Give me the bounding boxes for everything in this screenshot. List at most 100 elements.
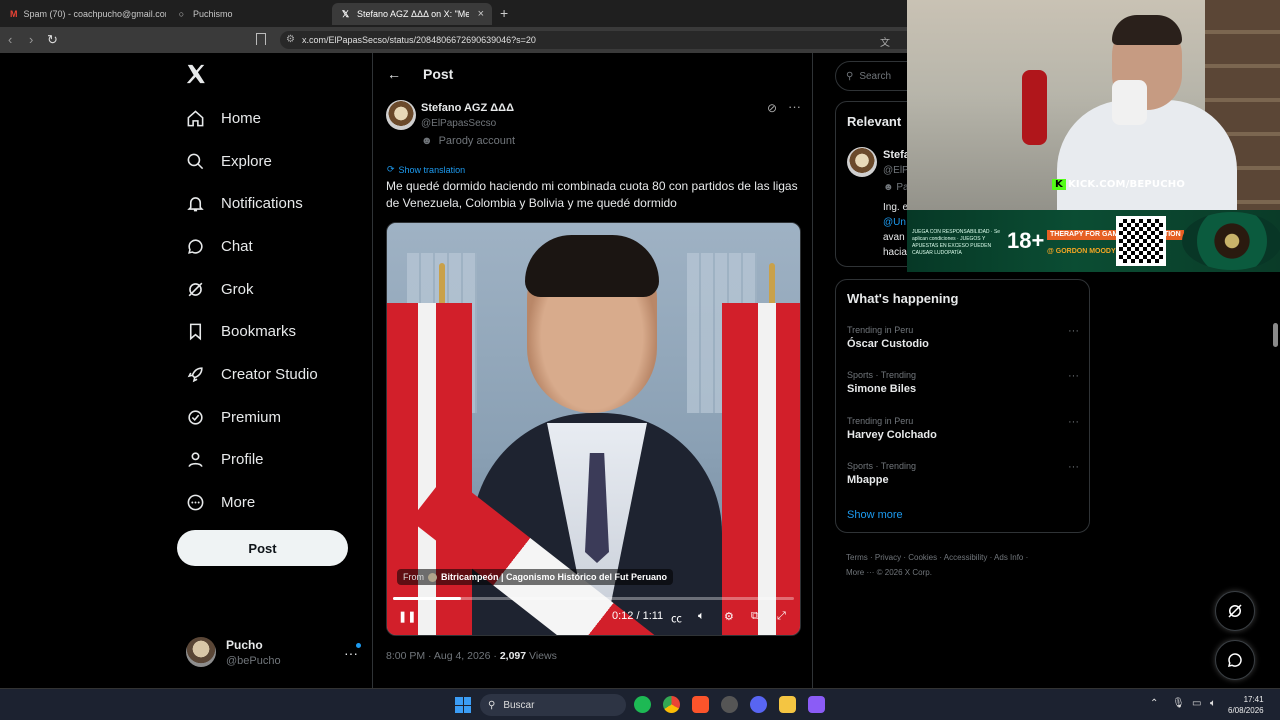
show-more-link[interactable]: Show more [847,509,903,521]
reload-icon[interactable]: ↻ [47,32,58,48]
x-logo-icon[interactable] [185,63,207,85]
volume-icon[interactable]: 🔈︎ [1210,698,1216,709]
post-header: ← Post [387,66,453,82]
url-field[interactable]: ⚙ x.com/ElPapasSecso/status/208480667269… [280,31,920,49]
chrome-icon[interactable] [663,696,680,713]
trend-item[interactable]: Sports · Trending Simone Biles ··· [847,370,1079,395]
sidebar-item-creator-studio[interactable]: Creator Studio [186,356,318,392]
sidebar-item-bookmarks[interactable]: Bookmarks [186,313,296,349]
forward-arrow-icon[interactable]: › [29,32,33,47]
microphone [1022,70,1047,145]
tab-puchismo[interactable]: ○ Puchismo [168,3,330,25]
grok-fab[interactable] [1215,591,1255,631]
more-icon[interactable]: ··· [1068,370,1079,382]
captions-icon[interactable]: ㏄ [671,610,682,626]
sidebar-item-chat[interactable]: Chat [186,228,253,264]
sidebar-item-more[interactable]: More [186,484,255,520]
x-icon: 𝕏 [341,8,350,19]
author-name[interactable]: Stefano AGZ ΔΔΔ [421,102,514,114]
relevant-parody: ☻ Pa [883,182,909,193]
back-arrow-icon[interactable]: ‹ [8,32,12,47]
bookmark-page-icon[interactable] [256,33,266,45]
avatar[interactable] [847,147,877,177]
more-icon[interactable]: ··· [788,99,801,114]
sidebar-item-explore[interactable]: Explore [186,143,272,179]
chat-fab[interactable] [1215,640,1255,680]
brave-icon[interactable] [692,696,709,713]
bio-line: hacia [883,247,907,258]
rocket-icon [187,366,203,382]
person-icon [188,451,203,467]
unread-dot [356,643,361,648]
bio-line[interactable]: @Un [883,215,908,230]
flag-left [387,303,472,635]
file-explorer-icon[interactable] [779,696,796,713]
trend-item[interactable]: Trending in Peru Harvey Colchado ··· [847,416,1079,441]
show-translation-link[interactable]: ⟳ Show translation [387,164,465,175]
video-progress-bar[interactable] [393,597,794,600]
source-name: Bitricampeón | Cagonismo Histórico del F… [441,572,668,582]
sidebar-item-notifications[interactable]: Notifications [186,185,303,221]
settings-app-icon[interactable] [721,696,738,713]
new-tab-button[interactable]: + [500,5,508,21]
microphone-icon[interactable]: 🎙︎ [1172,698,1185,709]
parody-text: Parody account [438,135,516,147]
account-handle: @bePucho [226,654,281,667]
back-arrow-icon[interactable]: ← [387,66,401,82]
verified-icon [188,409,203,425]
trend-item[interactable]: Trending in Peru Óscar Custodio ··· [847,325,1079,350]
chevron-up-icon[interactable]: ⌃ [1150,698,1158,709]
network-icon[interactable]: ▭ [1192,698,1201,709]
system-clock[interactable]: 17:41 6/08/2026 [1228,694,1264,716]
more-icon[interactable]: ··· [1068,461,1079,473]
discord-icon[interactable] [750,696,767,713]
windows-start-icon[interactable] [455,697,471,713]
sidebar-item-grok[interactable]: Grok [186,271,254,307]
age-badge: 18+ [1007,228,1045,253]
post-timestamp[interactable]: 8:00 PM · Aug 4, 2026 · [386,650,500,662]
fullscreen-icon[interactable]: ⤢ [777,610,786,623]
scrollbar-thumb[interactable] [1273,323,1278,347]
tab-x-post[interactable]: 𝕏 Stefano AGZ ΔΔΔ on X: "Me q × [332,3,492,25]
calculator-icon[interactable] [808,696,825,713]
sidebar-item-premium[interactable]: Premium [186,399,281,435]
spotify-icon[interactable] [634,696,651,713]
author-handle[interactable]: @ElPapasSecso [421,118,496,129]
post-meta: 8:00 PM · Aug 4, 2026 · 2,097 Views [386,650,557,662]
trend-item[interactable]: Sports · Trending Mbappe ··· [847,461,1079,486]
footer-line[interactable]: Terms · Privacy · Cookies · Accessibilit… [846,550,1086,565]
footer-line[interactable]: More ··· © 2026 X Corp. [846,565,1086,580]
mask-icon: ☻ [421,135,433,147]
video-player[interactable]: From Bitricampeón | Cagonismo Histórico … [386,222,801,636]
author-avatar[interactable] [386,100,416,130]
main-column: ← Post Stefano AGZ ΔΔΔ @ElPapasSecso ☻ P… [372,53,813,688]
pip-icon[interactable]: ⧉ [751,610,759,623]
volume-icon[interactable]: 🔈︎ [698,610,705,623]
flag-right [722,303,800,635]
video-source[interactable]: From Bitricampeón | Cagonismo Histórico … [397,569,674,585]
page-title: Post [423,66,454,82]
sidebar-item-label: Home [221,109,262,127]
sidebar-item-label: Bookmarks [221,322,297,340]
relevant-name[interactable]: Stefa [883,149,910,161]
more-icon[interactable]: ··· [1068,325,1079,337]
sidebar-item-home[interactable]: Home [186,100,261,136]
home-icon [187,109,204,126]
grok-icon[interactable]: ⊘ [767,101,777,115]
taskbar-search[interactable]: ⚲ Buscar [480,694,626,716]
sidebar-item-profile[interactable]: Profile [186,441,264,477]
translate-icon[interactable]: 文 [880,34,890,49]
bell-icon [187,196,204,211]
tab-gmail[interactable]: M Spam (70) - coachpucho@gmail.com [2,3,166,25]
settings-icon[interactable]: ⚙ [724,610,734,623]
pause-icon[interactable]: ❚❚ [398,610,416,623]
account-switcher[interactable]: Pucho @bePucho ··· [186,637,361,667]
post-button[interactable]: Post [177,530,348,566]
close-tab-icon[interactable]: × [478,8,484,20]
post-text: Me quedé dormido haciendo mi combinada c… [386,179,798,210]
site-info-icon[interactable]: ⚙ [286,34,295,45]
gordon-moody-label: @ GORDON MOODY [1047,248,1116,255]
more-icon[interactable]: ··· [1068,416,1079,428]
bio-line: avan [883,232,905,243]
streamer-hair [1112,15,1182,45]
